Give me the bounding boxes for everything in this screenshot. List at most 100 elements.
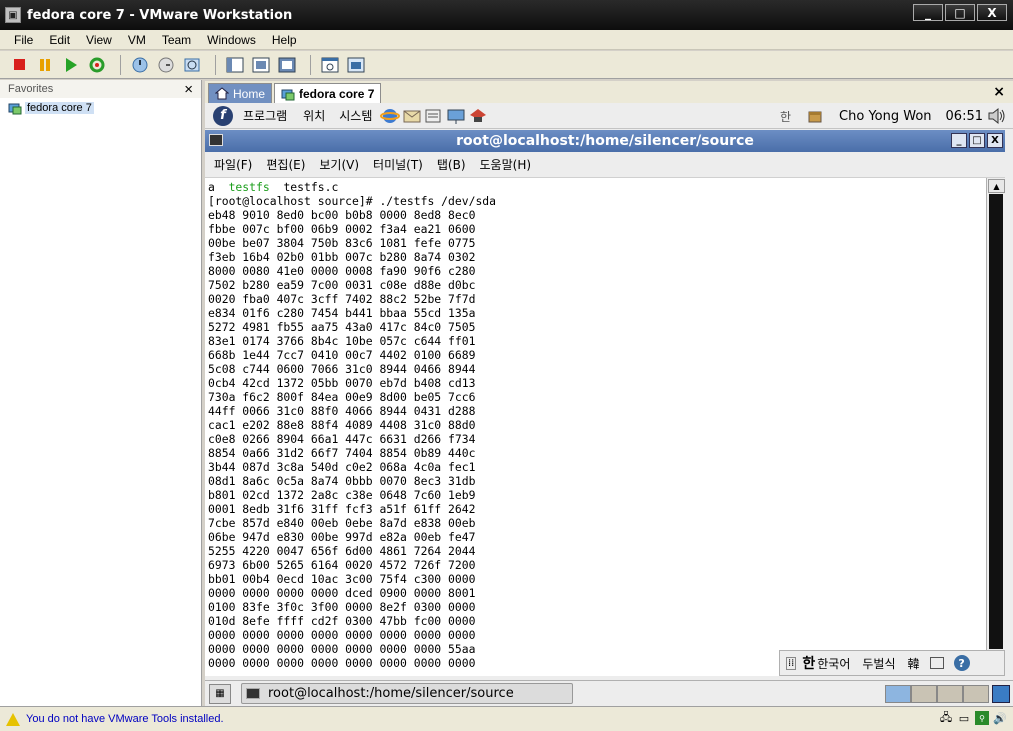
menu-file[interactable]: File (14, 33, 33, 47)
hex-dump-line: 0000 0000 0000 0000 0000 0000 0000 0000 (208, 628, 476, 642)
terminal-menu-view[interactable]: 보기(V) (319, 156, 359, 173)
minimize-button[interactable]: _ (913, 4, 943, 21)
menu-places[interactable]: 위치 (303, 107, 325, 124)
terminal-menu-terminal[interactable]: 터미널(T) (373, 156, 423, 173)
taskbar-terminal-label: root@localhost:/home/silencer/source (268, 686, 514, 701)
hex-dump-line: 8854 0a66 31d2 66f7 7404 8854 0b89 440c (208, 446, 476, 460)
terminal-scrollbar[interactable]: ▲ (986, 178, 1005, 676)
ime-hangul-mode[interactable]: 한 (802, 653, 815, 673)
mail-icon[interactable] (402, 107, 422, 125)
usb-icon[interactable]: ⚲ (975, 711, 989, 725)
vmware-app-icon[interactable]: ▣ (5, 7, 21, 23)
network-icon[interactable]: 🖧 (939, 711, 953, 725)
tab-bar: Home fedora core 7 × (205, 81, 1013, 103)
ls-entry-a: a (208, 180, 215, 194)
hex-dump-line: 0cb4 42cd 1372 05bb 0070 eb7d b408 cd13 (208, 376, 476, 390)
hard-disk-icon[interactable]: ▭ (957, 711, 971, 725)
snapshot-manager-icon[interactable] (181, 54, 203, 76)
menu-system[interactable]: 시스템 (339, 107, 372, 124)
ime-language[interactable]: 한국어 (817, 655, 850, 672)
power-on-icon[interactable] (60, 54, 82, 76)
user-name[interactable]: Cho Yong Won (839, 109, 931, 124)
workspace-3[interactable] (937, 685, 963, 703)
terminal-menu-edit[interactable]: 편집(E) (266, 156, 305, 173)
quick-switch-icon[interactable] (250, 54, 272, 76)
menu-view[interactable]: View (86, 33, 112, 47)
volume-icon[interactable] (987, 107, 1007, 125)
hex-dump-line: 6973 6b00 5265 6164 0020 4572 726f 7200 (208, 558, 476, 572)
ime-settings-icon[interactable] (929, 657, 944, 669)
reset-icon[interactable] (86, 54, 108, 76)
summary-view-icon[interactable] (345, 54, 367, 76)
show-sidebar-icon[interactable] (224, 54, 246, 76)
presentation-icon[interactable] (446, 107, 466, 125)
office-icon[interactable] (424, 107, 444, 125)
browser-icon[interactable] (380, 107, 401, 125)
menu-windows[interactable]: Windows (207, 33, 256, 47)
menu-vm[interactable]: VM (128, 33, 146, 47)
tab-fedora[interactable]: fedora core 7 (274, 83, 382, 103)
ime-handle-icon[interactable]: ⁞⁞ (786, 656, 797, 670)
taskbar-terminal-button[interactable]: root@localhost:/home/silencer/source (241, 683, 573, 704)
menu-help[interactable]: Help (272, 33, 297, 47)
hex-dump-line: 5c08 c744 0600 7066 31c0 8944 0466 8944 (208, 362, 476, 376)
tab-close-icon[interactable]: × (993, 84, 1005, 100)
terminal-minimize-button[interactable]: _ (951, 133, 967, 148)
vmware-tools-message[interactable]: You do not have VMware Tools installed. (26, 713, 224, 725)
hex-dump-line: 0000 0000 0000 0000 0000 0000 0000 55aa (208, 642, 476, 656)
hex-dump-line: 5272 4981 fb55 aa75 43a0 417c 84c0 7505 (208, 320, 476, 334)
toolbar-separator (310, 54, 311, 75)
ime-hanja[interactable]: 韓 (908, 655, 920, 672)
menu-edit[interactable]: Edit (49, 33, 70, 47)
suspend-icon[interactable] (34, 54, 56, 76)
terminal-maximize-button[interactable]: □ (969, 133, 985, 148)
terminal-icon (246, 688, 260, 699)
trash-icon[interactable] (992, 685, 1010, 703)
vm-icon (281, 89, 295, 100)
show-desktop-icon[interactable]: ▦ (209, 683, 231, 704)
guest-display[interactable]: f 프로그램 위치 시스템 한 Cho Yong Won 06:51 root@… (205, 103, 1013, 706)
menu-team[interactable]: Team (162, 33, 191, 47)
workspace-2[interactable] (911, 685, 937, 703)
ime-help-icon[interactable]: ? (953, 655, 970, 671)
terminal-menu-help[interactable]: 도움말(H) (480, 156, 532, 173)
power-off-icon[interactable] (8, 54, 30, 76)
terminal-icon (209, 134, 223, 146)
hex-dump-line: 08d1 8a6c 0c5a 8a74 0bbb 0070 8ec3 31db (208, 474, 476, 488)
scrollbar-thumb[interactable] (989, 194, 1003, 649)
terminal-title-bar[interactable]: root@localhost:/home/silencer/source _ □… (205, 130, 1005, 152)
sound-icon[interactable]: 🔊 (993, 711, 1007, 725)
workspace-1[interactable] (885, 685, 911, 703)
tab-home[interactable]: Home (208, 83, 273, 103)
full-screen-icon[interactable] (276, 54, 298, 76)
terminal-menu-tabs[interactable]: 탭(B) (437, 156, 466, 173)
sidebar-item-fedora[interactable]: fedora core 7 (8, 101, 201, 115)
ime-layout[interactable]: 두벌식 (862, 655, 895, 672)
terminal-menu-file[interactable]: 파일(F) (214, 156, 252, 173)
window-title-bar[interactable]: ▣ fedora core 7 - VMware Workstation _ □… (0, 0, 1013, 30)
workspace-4[interactable] (963, 685, 989, 703)
scroll-up-icon[interactable]: ▲ (988, 179, 1005, 193)
terminal-close-button[interactable]: X (987, 133, 1003, 148)
clock[interactable]: 06:51 (946, 109, 983, 124)
terminal-prompt-line: [root@localhost source]# ./testfs /dev/s… (208, 194, 497, 208)
hex-dump-line: 010d 8efe ffff cd2f 0300 47bb fc00 0000 (208, 614, 476, 628)
menu-applications[interactable]: 프로그램 (243, 107, 287, 124)
terminal-output[interactable]: a testfs testfs.c [root@localhost source… (205, 178, 986, 676)
fedora-logo-icon[interactable]: f (213, 105, 233, 126)
hat-icon[interactable] (468, 107, 488, 125)
revert-snapshot-icon[interactable] (155, 54, 177, 76)
vm-icon (8, 103, 22, 115)
sidebar-close-icon[interactable]: × (184, 81, 193, 98)
gnome-bottom-panel: ▦ root@localhost:/home/silencer/source (205, 680, 1013, 706)
language-indicator[interactable]: 한 (780, 108, 791, 125)
terminal-title: root@localhost:/home/silencer/source (456, 133, 754, 149)
snapshot-icon[interactable] (129, 54, 151, 76)
tab-home-label: Home (233, 86, 266, 101)
package-update-icon[interactable] (807, 108, 823, 124)
close-button[interactable]: X (977, 4, 1007, 21)
sidebar-item-label: fedora core 7 (25, 102, 94, 114)
maximize-button[interactable]: □ (945, 4, 975, 21)
console-view-icon[interactable] (319, 54, 341, 76)
hex-dump-line: 7502 b280 ea59 7c00 0031 c08e d88e d0bc (208, 278, 476, 292)
